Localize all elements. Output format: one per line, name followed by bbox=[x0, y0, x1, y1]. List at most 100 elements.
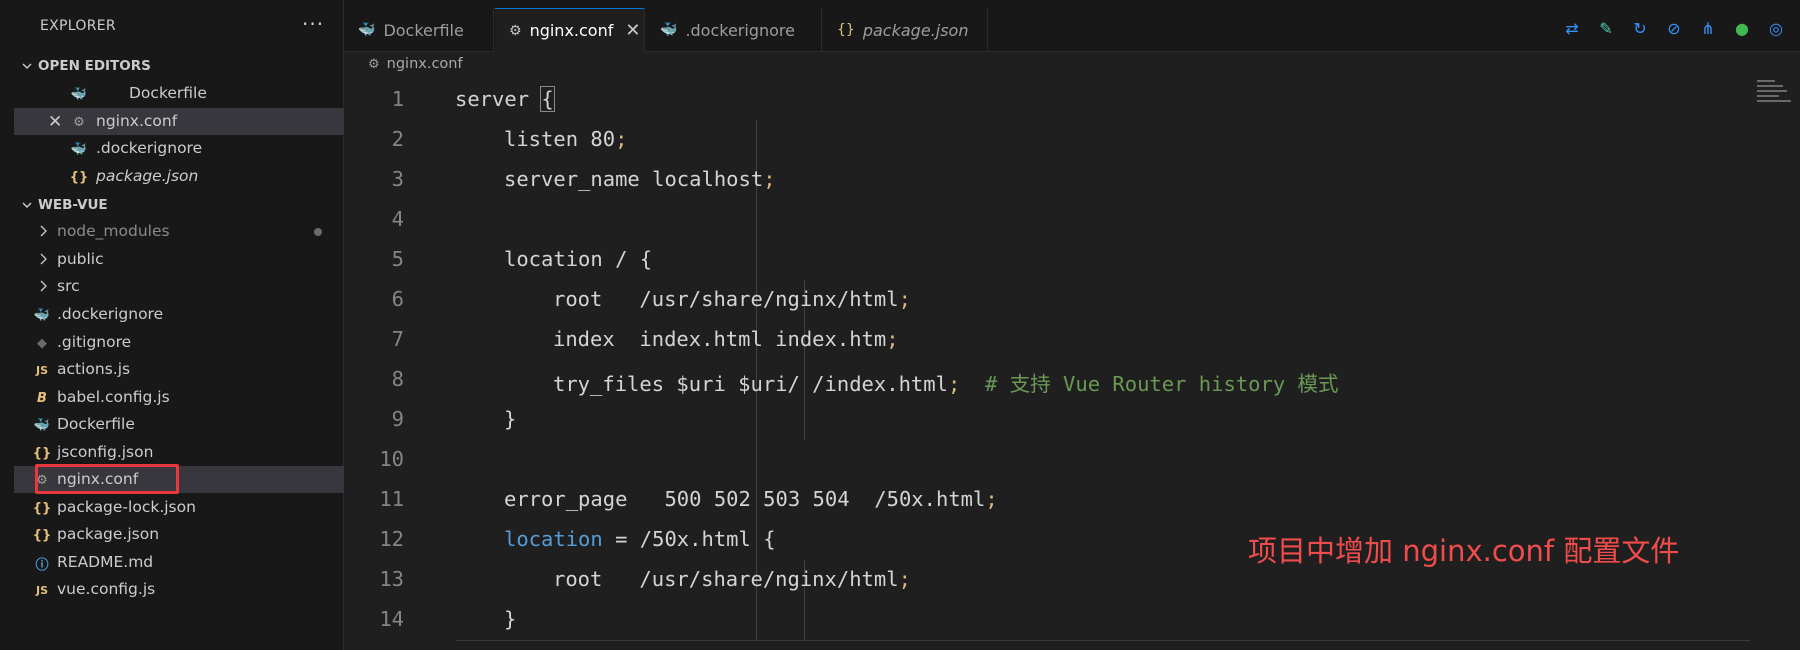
code-token: { bbox=[540, 86, 555, 112]
breadcrumb[interactable]: ⚙ nginx.conf bbox=[368, 56, 463, 72]
open-editor-label: .dockerignore bbox=[96, 139, 203, 157]
code-line: 6 root /usr/share/nginx/html; bbox=[344, 280, 1744, 320]
file-item[interactable]: {} jsconfig.json bbox=[14, 439, 344, 466]
folder-item[interactable]: node_modules bbox=[14, 218, 344, 245]
open-editor-item[interactable]: 🐳 .dockerignore bbox=[14, 135, 344, 162]
line-number: 11 bbox=[379, 487, 404, 511]
hierarchy-icon[interactable]: ⋔ bbox=[1698, 18, 1718, 38]
folder-label: node_modules bbox=[57, 222, 170, 240]
code-keyword: location bbox=[504, 527, 603, 551]
folder-label: src bbox=[57, 277, 80, 295]
json-icon: {} bbox=[69, 169, 89, 185]
tab-package-json[interactable]: {} package.json bbox=[823, 8, 988, 52]
file-item[interactable]: JS vue.config.js bbox=[14, 576, 344, 603]
tab-label: Dockerfile bbox=[383, 20, 464, 40]
close-icon[interactable]: ✕ bbox=[48, 112, 62, 132]
code-line: 7 index index.html index.htm; bbox=[344, 320, 1744, 360]
compare-icon[interactable]: ⇄ bbox=[1562, 18, 1582, 38]
babel-icon: B bbox=[37, 390, 47, 406]
tab-dockerfile[interactable]: 🐳 Dockerfile bbox=[344, 8, 494, 52]
docker-icon: 🐳 bbox=[70, 141, 88, 157]
code-line: 14 } bbox=[344, 600, 1744, 640]
code-line: 5 location / { bbox=[344, 240, 1744, 280]
line-number: 2 bbox=[391, 127, 404, 151]
open-editor-item[interactable]: {} package.json bbox=[14, 163, 344, 190]
code-token: = /50x.html { bbox=[602, 527, 776, 551]
folder-item[interactable]: src bbox=[14, 273, 344, 300]
file-item[interactable]: {} package.json bbox=[14, 521, 344, 548]
disable-icon[interactable]: ⊘ bbox=[1664, 18, 1684, 38]
code-line: 9 } bbox=[344, 400, 1744, 440]
explorer-sidebar: EXPLORER ··· OPEN EDITORS 🐳 Dockerfile ✕… bbox=[0, 0, 344, 650]
workspace-title: WEB-VUE bbox=[38, 197, 108, 213]
close-tab-icon[interactable]: ✕ bbox=[625, 20, 640, 41]
chevron-down-icon bbox=[22, 63, 32, 69]
file-item[interactable]: ◆ .gitignore bbox=[14, 329, 344, 356]
folder-item[interactable]: public bbox=[14, 246, 344, 273]
tab-label: nginx.conf bbox=[529, 21, 614, 40]
file-item[interactable]: 🐳 Dockerfile bbox=[14, 411, 344, 438]
edit-icon[interactable]: ✎ bbox=[1596, 18, 1616, 38]
code-line: 10 bbox=[344, 440, 1744, 480]
file-label: babel.config.js bbox=[57, 388, 170, 406]
tab-nginx-conf[interactable]: ⚙ nginx.conf ✕ bbox=[495, 8, 645, 52]
code-token: ; bbox=[615, 127, 628, 151]
chevron-right-icon bbox=[40, 280, 47, 292]
annotation-text: 项目中增加 nginx.conf 配置文件 bbox=[1248, 534, 1680, 568]
chevron-down-icon bbox=[22, 202, 32, 208]
line-number: 13 bbox=[379, 567, 404, 591]
docker-icon: 🐳 bbox=[660, 22, 678, 38]
gear-icon: ⚙ bbox=[73, 114, 85, 130]
code-token: index index.html index.htm bbox=[553, 327, 887, 351]
code-text: try_files $uri $uri/ /index.html; # 支持 V… bbox=[553, 367, 1339, 397]
file-item[interactable]: JS actions.js bbox=[14, 356, 344, 383]
file-item[interactable]: {} package-lock.json bbox=[14, 494, 344, 521]
tab-dockerignore[interactable]: 🐳 .dockerignore bbox=[646, 8, 822, 52]
chevron-right-icon bbox=[40, 225, 47, 237]
git-icon: ◆ bbox=[37, 335, 47, 351]
code-token: server_name localhost bbox=[504, 167, 764, 191]
code-token: server bbox=[455, 87, 542, 111]
breadcrumb-file[interactable]: nginx.conf bbox=[387, 56, 463, 72]
file-item[interactable]: ⓘ README.md bbox=[14, 549, 344, 576]
code-token: listen 80 bbox=[504, 127, 616, 151]
status-icon[interactable]: ● bbox=[1732, 18, 1752, 38]
code-line: 1 server { bbox=[344, 80, 1744, 120]
more-actions-icon[interactable]: ··· bbox=[302, 12, 324, 36]
editor-toolbar: ⇄ ✎ ↻ ⊘ ⋔ ● ◎ bbox=[1562, 18, 1786, 38]
folder-label: public bbox=[57, 250, 104, 268]
code-text: index index.html index.htm; bbox=[553, 327, 899, 351]
target-icon[interactable]: ◎ bbox=[1766, 18, 1786, 38]
file-item[interactable]: 🐳 .dockerignore bbox=[14, 301, 344, 328]
code-text: server { bbox=[455, 86, 555, 112]
open-editor-item[interactable]: 🐳 Dockerfile bbox=[14, 80, 344, 107]
code-token: root /usr/share/nginx/html bbox=[553, 567, 899, 591]
open-editors-title: OPEN EDITORS bbox=[38, 58, 151, 74]
docker-icon: 🐳 bbox=[33, 417, 51, 433]
file-label: jsconfig.json bbox=[57, 443, 154, 461]
file-item[interactable]: B babel.config.js bbox=[14, 384, 344, 411]
line-number: 3 bbox=[391, 167, 404, 191]
code-line: 3 server_name localhost; bbox=[344, 160, 1744, 200]
minimap[interactable] bbox=[1757, 80, 1797, 110]
refresh-icon[interactable]: ↻ bbox=[1630, 18, 1650, 38]
chevron-right-icon bbox=[40, 253, 47, 265]
code-token: ; bbox=[947, 372, 961, 396]
code-text: } bbox=[504, 407, 517, 431]
line-number: 1 bbox=[391, 87, 404, 111]
code-text: root /usr/share/nginx/html; bbox=[553, 287, 911, 311]
line-number: 14 bbox=[379, 607, 404, 631]
activity-bar-edge bbox=[0, 0, 14, 650]
file-label: vue.config.js bbox=[57, 580, 156, 598]
file-label: .gitignore bbox=[57, 333, 132, 351]
workspace-section[interactable]: WEB-VUE bbox=[22, 197, 108, 213]
code-text: location = /50x.html { bbox=[504, 527, 776, 551]
line-number: 10 bbox=[379, 447, 404, 471]
open-editors-section[interactable]: OPEN EDITORS bbox=[22, 58, 151, 74]
gear-icon: ⚙ bbox=[509, 22, 522, 39]
open-editor-item-active[interactable]: ✕ ⚙ nginx.conf bbox=[14, 108, 344, 135]
highlight-box bbox=[35, 464, 179, 494]
file-label: actions.js bbox=[57, 360, 131, 378]
code-comment: # 支持 Vue Router history 模式 bbox=[984, 372, 1339, 396]
line-number: 8 bbox=[391, 367, 404, 391]
